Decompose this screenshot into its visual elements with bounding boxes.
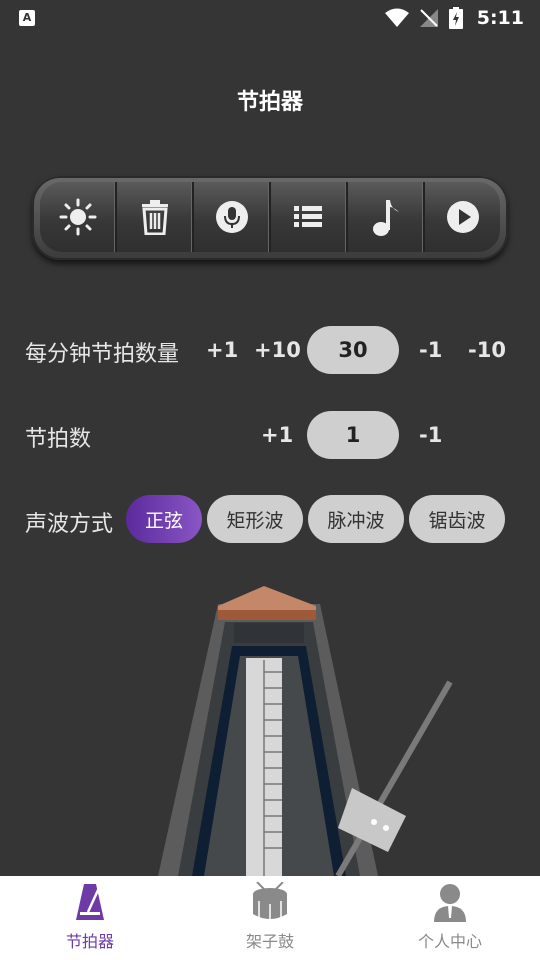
tab-metronome[interactable]: 节拍器 bbox=[0, 876, 180, 960]
beats-value[interactable]: 1 bbox=[307, 411, 399, 459]
battery-icon bbox=[448, 7, 463, 29]
brightness-icon bbox=[59, 198, 96, 236]
status-bar: A 5:11 bbox=[0, 0, 540, 36]
sound-button[interactable] bbox=[348, 182, 425, 252]
tab-label: 个人中心 bbox=[417, 932, 482, 951]
clock: 5:11 bbox=[476, 7, 524, 29]
music-note-icon bbox=[372, 200, 399, 236]
waveform-label: 声波方式 bbox=[25, 512, 114, 537]
tab-label: 架子鼓 bbox=[245, 932, 294, 951]
notification-icon: A bbox=[19, 10, 35, 26]
trash-icon bbox=[141, 200, 168, 235]
tab-profile[interactable]: 个人中心 bbox=[360, 876, 540, 960]
tab-drums[interactable]: 架子鼓 bbox=[180, 876, 360, 960]
wifi-icon bbox=[384, 8, 409, 27]
beats-minus1-button[interactable]: -1 bbox=[419, 423, 442, 447]
beats-label: 节拍数 bbox=[25, 427, 92, 452]
bpm-value[interactable]: 30 bbox=[307, 326, 399, 374]
record-button[interactable] bbox=[194, 182, 271, 252]
play-button[interactable] bbox=[425, 182, 500, 252]
page-title: 节拍器 bbox=[236, 90, 303, 115]
bpm-label: 每分钟节拍数量 bbox=[25, 342, 180, 367]
drum-icon bbox=[253, 882, 287, 920]
wave-sine-button[interactable]: 正弦 bbox=[126, 495, 202, 543]
control-toolbar bbox=[32, 176, 508, 260]
list-button[interactable] bbox=[271, 182, 348, 252]
wave-sawtooth-button[interactable]: 锯齿波 bbox=[409, 495, 505, 543]
bottom-tab-bar: 节拍器 架子鼓 个人中心 bbox=[0, 876, 540, 960]
brightness-button[interactable] bbox=[40, 182, 117, 252]
bpm-plus10-button[interactable]: +10 bbox=[254, 338, 301, 362]
metronome-illustration bbox=[158, 586, 453, 876]
list-icon bbox=[293, 206, 322, 227]
beats-plus1-button[interactable]: +1 bbox=[261, 423, 293, 447]
bpm-minus10-button[interactable]: -10 bbox=[468, 338, 506, 362]
no-signal-icon bbox=[419, 9, 438, 27]
tab-label: 节拍器 bbox=[65, 932, 114, 951]
metronome-icon bbox=[76, 884, 104, 920]
wave-square-button[interactable]: 矩形波 bbox=[207, 495, 303, 543]
wave-pulse-button[interactable]: 脉冲波 bbox=[308, 495, 404, 543]
mic-icon bbox=[215, 201, 248, 233]
play-icon bbox=[446, 201, 479, 233]
bpm-plus1-button[interactable]: +1 bbox=[206, 338, 238, 362]
delete-button[interactable] bbox=[117, 182, 194, 252]
bpm-minus1-button[interactable]: -1 bbox=[419, 338, 442, 362]
person-icon bbox=[434, 884, 466, 922]
